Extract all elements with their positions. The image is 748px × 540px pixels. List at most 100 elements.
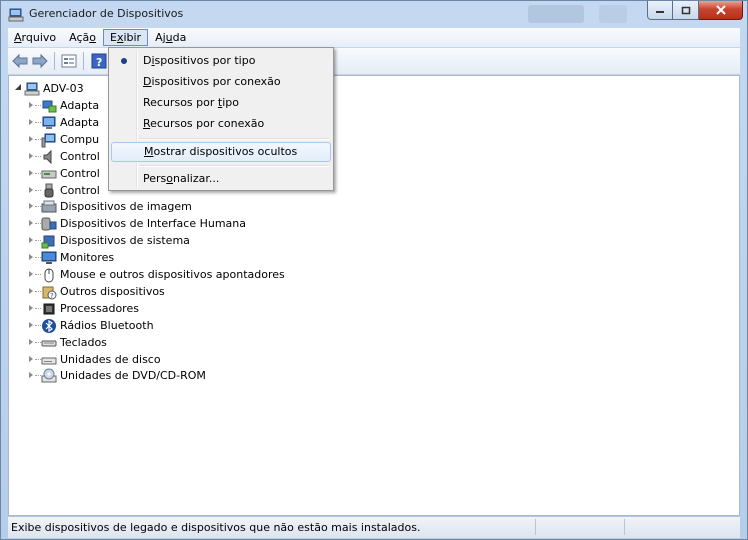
maximize-button[interactable]: [673, 1, 699, 20]
expander-closed-icon[interactable]: [29, 287, 33, 294]
menu-acao[interactable]: Ação: [63, 29, 102, 46]
forward-arrow-icon[interactable]: [32, 53, 48, 69]
dvd-drive-icon: [41, 368, 57, 383]
tree-root-label: ADV-03: [43, 82, 84, 95]
tree-node[interactable]: Rádios Bluetooth: [9, 317, 409, 334]
tree-node[interactable]: Dispositivos de imagem: [9, 198, 409, 215]
expander-closed-icon[interactable]: [29, 355, 33, 362]
system-device-icon: [41, 235, 55, 249]
menu-separator-2: [139, 165, 329, 167]
close-icon: [715, 5, 726, 15]
expander-closed-icon[interactable]: [29, 338, 33, 345]
menu-bar: Arquivo Ação Exibir Ajuda: [8, 28, 740, 47]
expander-closed-icon[interactable]: [29, 237, 33, 244]
expander-closed-icon[interactable]: [29, 321, 33, 328]
menu-item-dispositivos-por-tipo[interactable]: Dispositivos por tipo: [111, 51, 331, 71]
tree-node-label: Unidades de disco: [60, 352, 161, 366]
computer-icon: [41, 133, 56, 148]
minimize-icon: [656, 11, 664, 13]
tree-node[interactable]: Teclados: [9, 334, 409, 351]
sound-controller-icon: [43, 149, 52, 164]
radio-check-icon: [121, 58, 127, 64]
disk-drive-icon: [41, 357, 57, 364]
device-manager-app-icon: [8, 8, 24, 22]
expander-closed-icon[interactable]: [29, 372, 33, 379]
menu-item-dispositivos-por-conexao[interactable]: Dispositivos por conexão: [111, 72, 331, 92]
tree-node-label: Control: [60, 166, 100, 180]
faded-titlebar-element: [528, 5, 584, 23]
expander-closed-icon[interactable]: [29, 152, 33, 159]
computer-root-icon: [24, 82, 40, 96]
tree-node-label: Control: [60, 183, 100, 197]
expander-closed-icon[interactable]: [29, 254, 33, 261]
svg-text:?: ?: [96, 56, 102, 69]
tree-node-label: Teclados: [60, 335, 107, 349]
exibir-dropdown-menu: Dispositivos por tipo Dispositivos por c…: [108, 47, 334, 191]
bluetooth-icon: [42, 318, 56, 333]
maximize-icon: [681, 6, 690, 14]
expander-closed-icon[interactable]: [29, 271, 33, 277]
menu-item-personalizar[interactable]: Personalizar...: [111, 169, 331, 189]
display-adapter-icon: [42, 116, 56, 129]
tree-node-label: Rádios Bluetooth: [60, 318, 154, 332]
caption-buttons: [647, 1, 743, 21]
title-bar[interactable]: Gerenciador de Dispositivos: [1, 1, 747, 27]
tree-node-label: Outros dispositivos: [60, 284, 165, 298]
tree-node[interactable]: Dispositivos de Interface Humana: [9, 215, 409, 232]
imaging-device-icon: [41, 200, 57, 213]
expander-closed-icon[interactable]: [29, 220, 33, 227]
expander-closed-icon[interactable]: [29, 118, 33, 125]
tree-node-label: Dispositivos de Interface Humana: [60, 217, 246, 231]
device-manager-window: Gerenciador de Dispositivos Arquivo Ação…: [0, 0, 748, 540]
tree-node-label: Adapta: [60, 99, 100, 112]
close-button[interactable]: [699, 1, 743, 20]
tree-node-label: Unidades de DVD/CD-ROM: [60, 369, 206, 383]
status-bar: Exibe dispositivos de legado e dispositi…: [8, 516, 740, 538]
menu-item-mostrar-dispositivos-ocultos[interactable]: Mostrar dispositivos ocultos: [111, 142, 331, 162]
expander-closed-icon[interactable]: [29, 102, 33, 108]
usb-controller-icon: [44, 183, 54, 197]
menu-item-recursos-por-tipo[interactable]: Recursos por tipo: [111, 93, 331, 113]
expander-closed-icon[interactable]: [29, 186, 33, 193]
tree-node-label: Dispositivos de imagem: [60, 200, 192, 214]
toolbar-separator: [54, 52, 55, 70]
menu-item-recursos-por-conexao[interactable]: Recursos por conexão: [111, 114, 331, 134]
tree-node-label: Monitores: [60, 251, 115, 265]
tree-node[interactable]: Monitores: [9, 249, 409, 266]
menu-exibir[interactable]: Exibir: [102, 29, 149, 46]
processor-icon: [43, 303, 55, 315]
storage-controller-icon: [41, 170, 57, 179]
menu-ajuda[interactable]: Ajuda: [149, 29, 192, 46]
unknown-device-icon: ?: [42, 286, 57, 300]
tree-node-label: Adapta: [60, 115, 100, 129]
keyboard-icon: [41, 340, 57, 347]
toolbar-separator-2: [83, 52, 84, 70]
status-divider: [535, 519, 536, 535]
tree-node[interactable]: Unidades de disco: [9, 351, 409, 368]
help-icon[interactable]: ?: [91, 53, 107, 69]
hid-device-icon: [41, 217, 57, 231]
minimize-button[interactable]: [647, 1, 673, 20]
expander-closed-icon[interactable]: [29, 203, 33, 210]
window-title: Gerenciador de Dispositivos: [29, 7, 184, 20]
expander-open-icon[interactable]: [15, 84, 21, 90]
tree-node[interactable]: Processadores: [9, 300, 409, 317]
tree-node[interactable]: Mouse e outros dispositivos apontadores: [9, 266, 409, 283]
tree-node[interactable]: Dispositivos de sistema: [9, 232, 409, 249]
menu-separator: [139, 138, 329, 140]
status-divider-2: [624, 519, 625, 535]
status-text: Exibe dispositivos de legado e dispositi…: [11, 521, 421, 534]
expander-closed-icon[interactable]: [29, 169, 33, 176]
expander-closed-icon[interactable]: [29, 135, 33, 142]
tree-node-label: Control: [60, 149, 100, 163]
properties-icon[interactable]: [61, 53, 77, 69]
tree-node-label: Mouse e outros dispositivos apontadores: [60, 268, 285, 281]
tree-node-label: Processadores: [60, 301, 139, 315]
tree-node[interactable]: ? Outros dispositivos: [9, 283, 409, 300]
menu-arquivo[interactable]: Arquivo: [8, 29, 62, 46]
back-arrow-icon[interactable]: [12, 53, 28, 69]
expander-closed-icon[interactable]: [29, 304, 33, 311]
faded-titlebar-element-2: [599, 5, 627, 23]
svg-text:?: ?: [50, 292, 54, 300]
tree-node[interactable]: Unidades de DVD/CD-ROM: [9, 367, 409, 384]
